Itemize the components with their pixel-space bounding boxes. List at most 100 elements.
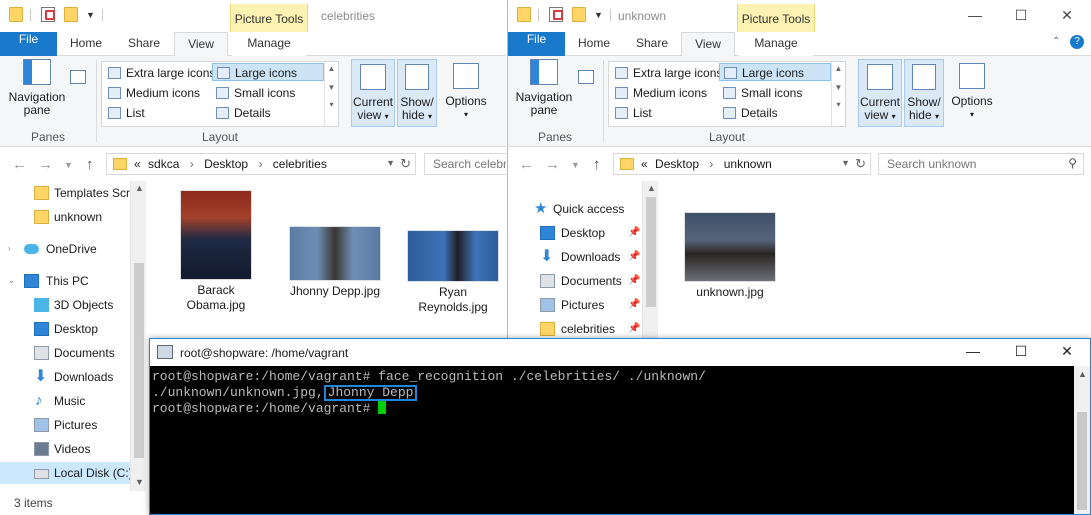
address-bar[interactable]: « sdkca › Desktop › celebrities ▼ ↻ — [106, 153, 416, 175]
nav-item-documents[interactable]: Documents 📌 — [508, 270, 641, 292]
current-view-button[interactable]: Current view ▾ — [858, 59, 902, 127]
show-hide-button[interactable]: Show/ hide ▾ — [904, 59, 944, 127]
breadcrumb-desktop[interactable]: Desktop — [204, 157, 248, 171]
forward-arrow-icon[interactable]: → — [545, 156, 560, 173]
nav-pane-scrollbar[interactable]: ▲ — [642, 181, 658, 341]
tab-manage[interactable]: Manage — [232, 32, 306, 56]
refresh-icon[interactable]: ↻ — [855, 156, 866, 172]
layout-gallery-scroll[interactable]: ▲ ▼ ▾ — [831, 62, 845, 126]
layout-extra-large-icons[interactable]: Extra large icons — [611, 64, 722, 82]
preview-pane-icon[interactable] — [70, 70, 86, 84]
tab-file[interactable]: File — [0, 32, 57, 56]
help-icon[interactable]: ? — [1070, 35, 1084, 49]
recent-locations-icon[interactable]: ▼ — [571, 160, 580, 170]
nav-item-downloads[interactable]: ⬇ Downloads — [0, 366, 130, 388]
terminal-output[interactable]: root@shopware:/home/vagrant# face_recogn… — [150, 366, 1074, 514]
layout-details[interactable]: Details — [212, 104, 324, 122]
close-button[interactable]: ✕ — [1044, 0, 1090, 32]
breadcrumb-overflow[interactable]: « — [134, 157, 141, 171]
nav-item-desktop[interactable]: Desktop 📌 — [508, 222, 641, 244]
collapse-chevron-icon[interactable]: ⌄ — [8, 270, 15, 292]
show-hide-button[interactable]: Show/ hide ▾ — [397, 59, 437, 127]
breadcrumb-celebrities[interactable]: celebrities — [273, 157, 327, 171]
minimize-button[interactable]: — — [950, 339, 996, 366]
file-ryan-reynolds[interactable]: Ryan Reynolds.jpg — [402, 230, 504, 315]
nav-item-music[interactable]: ♪ Music — [0, 390, 130, 412]
back-arrow-icon[interactable]: ← — [519, 156, 534, 173]
address-dropdown-icon[interactable]: ▼ — [841, 158, 850, 168]
scrollbar-thumb[interactable] — [1077, 412, 1087, 510]
nav-item-quick-access[interactable]: ★ Quick access — [508, 198, 641, 220]
back-arrow-icon[interactable]: ← — [12, 156, 27, 173]
scroll-up-icon[interactable]: ▲ — [647, 183, 656, 193]
options-button[interactable]: Options ▾ — [948, 59, 996, 121]
tab-manage[interactable]: Manage — [739, 32, 813, 56]
search-icon[interactable]: ⚲ — [1068, 156, 1077, 170]
address-dropdown-icon[interactable]: ▼ — [386, 158, 395, 168]
forward-arrow-icon[interactable]: → — [38, 156, 53, 173]
breadcrumb-separator[interactable]: › — [709, 157, 713, 171]
nav-item-desktop[interactable]: Desktop — [0, 318, 130, 340]
breadcrumb-overflow[interactable]: « — [641, 157, 648, 171]
file-jhonny-depp[interactable]: Jhonny Depp.jpg — [284, 226, 386, 299]
nav-item-pictures[interactable]: Pictures — [0, 414, 130, 436]
nav-item-downloads[interactable]: ⬇ Downloads 📌 — [508, 246, 641, 268]
options-button[interactable]: Options ▾ — [442, 59, 490, 121]
nav-item-pictures[interactable]: Pictures 📌 — [508, 294, 641, 316]
breadcrumb-desktop[interactable]: Desktop — [655, 157, 699, 171]
breadcrumb-sdkca[interactable]: sdkca — [148, 157, 179, 171]
quick-access-dropdown-icon[interactable]: ▼ — [86, 10, 95, 25]
search-input[interactable]: Search unknown ⚲ — [878, 153, 1084, 175]
pin-icon[interactable]: 📌 — [628, 222, 640, 244]
nav-pane-scrollbar[interactable]: ▲ ▼ — [130, 181, 146, 491]
layout-medium-icons[interactable]: Medium icons — [104, 84, 212, 102]
scroll-up-icon[interactable]: ▲ — [135, 183, 144, 193]
scroll-down-icon[interactable]: ▼ — [135, 477, 144, 487]
file-barack-obama[interactable]: Barack Obama.jpg — [170, 190, 262, 313]
breadcrumb-separator[interactable]: › — [258, 157, 262, 171]
nav-item-onedrive[interactable]: › OneDrive — [0, 238, 130, 260]
layout-list[interactable]: List — [611, 104, 719, 122]
breadcrumb-unknown[interactable]: unknown — [724, 157, 772, 171]
nav-item-unknown[interactable]: unknown — [0, 206, 130, 228]
tab-share[interactable]: Share — [626, 32, 678, 56]
pin-icon[interactable]: 📌 — [628, 318, 640, 340]
close-button[interactable]: ✕ — [1044, 339, 1090, 366]
scroll-up-icon[interactable]: ▲ — [1078, 369, 1087, 379]
layout-details[interactable]: Details — [719, 104, 831, 122]
refresh-icon[interactable]: ↻ — [400, 156, 411, 172]
nav-item-documents[interactable]: Documents — [0, 342, 130, 364]
nav-item-3d-objects[interactable]: 3D Objects — [0, 294, 130, 316]
layout-small-icons[interactable]: Small icons — [212, 84, 324, 102]
file-unknown[interactable]: unknown.jpg — [678, 212, 782, 300]
chevron-up-icon[interactable]: ▲ — [832, 64, 845, 73]
maximize-button[interactable]: ☐ — [998, 339, 1044, 366]
new-folder-icon[interactable] — [572, 7, 586, 22]
current-view-button[interactable]: Current view ▾ — [351, 59, 395, 127]
pin-icon[interactable]: 📌 — [628, 246, 640, 268]
preview-pane-icon[interactable] — [578, 70, 594, 84]
navigation-pane-button[interactable]: Navigation pane — [513, 59, 575, 117]
navigation-pane-button[interactable]: Navigation pane — [6, 59, 68, 117]
up-arrow-icon[interactable]: ↑ — [86, 156, 94, 173]
address-bar[interactable]: « Desktop › unknown ▼ ↻ — [613, 153, 871, 175]
layout-large-icons[interactable]: Large icons — [212, 63, 324, 81]
recent-locations-icon[interactable]: ▼ — [64, 160, 73, 170]
expand-chevron-icon[interactable]: › — [8, 238, 11, 260]
tab-home[interactable]: Home — [60, 32, 112, 56]
pin-icon[interactable]: 📌 — [628, 270, 640, 292]
ribbon-collapse-icon[interactable]: ⌃ — [1052, 36, 1060, 47]
tab-view[interactable]: View — [681, 32, 735, 57]
layout-gallery-scroll[interactable]: ▲ ▼ ▾ — [324, 62, 338, 126]
maximize-button[interactable]: ☐ — [998, 0, 1044, 32]
scrollbar-thumb[interactable] — [134, 263, 144, 458]
tab-share[interactable]: Share — [118, 32, 170, 56]
nav-item-templates[interactable]: Templates Scre — [0, 182, 137, 204]
minimize-button[interactable]: — — [952, 0, 998, 32]
chevron-down-icon[interactable]: ▼ — [325, 83, 338, 92]
layout-large-icons[interactable]: Large icons — [719, 63, 831, 81]
layout-list[interactable]: List — [104, 104, 212, 122]
properties-icon[interactable] — [549, 7, 563, 22]
search-input[interactable]: Search celebriti — [424, 153, 506, 175]
tab-home[interactable]: Home — [568, 32, 620, 56]
